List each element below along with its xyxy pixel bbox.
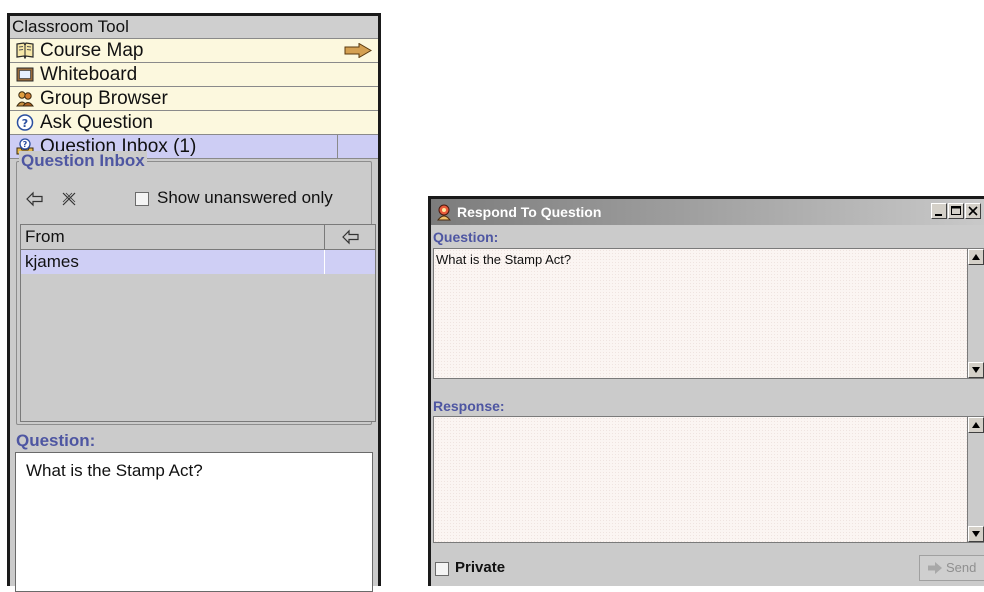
reply-icon[interactable] xyxy=(341,229,361,245)
maximize-button[interactable] xyxy=(948,203,964,219)
table-header: From xyxy=(21,225,375,250)
triangle-down-icon xyxy=(972,531,980,537)
nav-item-course-map[interactable]: Course Map xyxy=(10,39,378,63)
arrow-right-icon xyxy=(344,43,372,58)
nav-label: Course Map xyxy=(40,40,144,61)
respond-to-question-window: Respond To Question Question: What is th… xyxy=(428,196,984,586)
question-textarea[interactable]: What is the Stamp Act? xyxy=(433,248,984,379)
reply-icon[interactable] xyxy=(25,190,45,208)
minimize-icon xyxy=(935,214,942,216)
classroom-tool-panel: Classroom Tool Course Map Whiteboard Gro… xyxy=(7,13,381,592)
send-button[interactable]: Send xyxy=(919,555,984,581)
table-row[interactable]: kjames xyxy=(21,250,375,274)
panel-title: Classroom Tool xyxy=(10,16,378,39)
triangle-down-icon xyxy=(972,367,980,373)
nav-label: Whiteboard xyxy=(40,64,138,85)
column-header-from[interactable]: From xyxy=(25,227,65,246)
private-label: Private xyxy=(455,559,506,576)
whiteboard-icon xyxy=(16,67,34,82)
svg-text:?: ? xyxy=(22,117,28,130)
show-unanswered-label: Show unanswered only xyxy=(157,188,333,207)
close-icon xyxy=(968,206,978,216)
svg-text:?: ? xyxy=(23,140,28,149)
question-scrollbar[interactable] xyxy=(968,248,984,379)
response-textarea[interactable] xyxy=(433,416,984,543)
scroll-up-button[interactable] xyxy=(968,417,984,433)
nav-item-whiteboard[interactable]: Whiteboard xyxy=(10,63,378,87)
nav-label: Ask Question xyxy=(40,112,153,133)
scroll-down-button[interactable] xyxy=(968,526,984,542)
nav-item-group-browser[interactable]: Group Browser xyxy=(10,87,378,111)
column-divider xyxy=(324,250,325,274)
column-divider xyxy=(337,135,338,158)
response-scrollbar[interactable] xyxy=(968,416,984,543)
inbox-table: From kjames xyxy=(20,224,376,422)
close-button[interactable] xyxy=(965,203,981,219)
triangle-up-icon xyxy=(972,254,980,260)
inbox-toolbar: Show unanswered only xyxy=(17,186,371,212)
send-label: Send xyxy=(946,560,977,575)
row-from: kjames xyxy=(25,252,79,271)
show-unanswered-checkbox[interactable] xyxy=(135,192,149,206)
question-inbox-group: Question Inbox Show unanswered only From xyxy=(16,151,376,425)
delete-icon[interactable] xyxy=(59,190,79,208)
scroll-up-button[interactable] xyxy=(968,249,984,265)
arrow-right-icon xyxy=(928,562,942,574)
app-icon xyxy=(436,204,452,221)
nav-item-ask-question[interactable]: ? Ask Question xyxy=(10,111,378,135)
question-label: Question: xyxy=(433,229,499,245)
column-divider xyxy=(324,225,325,249)
nav-label: Group Browser xyxy=(40,88,168,109)
maximize-icon xyxy=(951,206,961,215)
group-title: Question Inbox xyxy=(19,151,147,171)
scroll-down-button[interactable] xyxy=(968,362,984,378)
minimize-button[interactable] xyxy=(931,203,947,219)
book-icon xyxy=(16,42,34,59)
question-text: What is the Stamp Act? xyxy=(436,252,572,267)
group-icon xyxy=(16,91,34,107)
question-text: What is the Stamp Act? xyxy=(15,452,373,592)
window-titlebar[interactable]: Respond To Question xyxy=(431,199,984,225)
private-checkbox[interactable] xyxy=(435,562,449,576)
triangle-up-icon xyxy=(972,422,980,428)
window-title: Respond To Question xyxy=(457,204,602,220)
response-label: Response: xyxy=(433,398,505,414)
question-circle-icon: ? xyxy=(16,114,34,131)
question-label: Question: xyxy=(16,431,96,450)
